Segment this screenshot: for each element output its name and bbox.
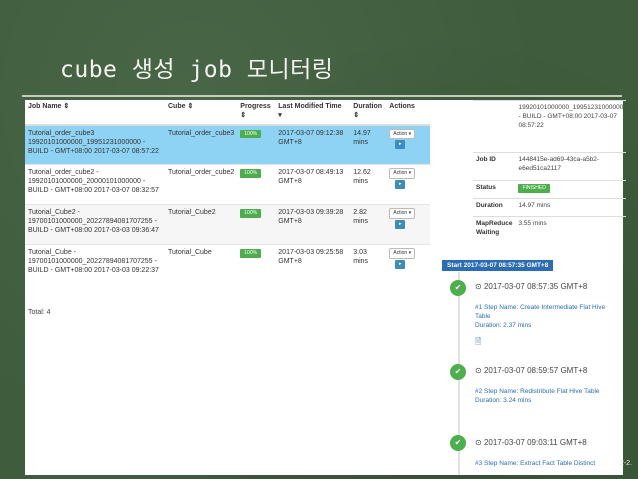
job-detail-button[interactable]: ▸: [395, 140, 406, 149]
total-count: Total: 4: [28, 309, 51, 316]
duration-cell: 2.82 mins: [350, 204, 387, 245]
table-row[interactable]: Tutorial_Cube - 19700101000000_202278940…: [25, 244, 430, 285]
step-time: 2017-03-07 08:59:57 GMT+8: [483, 366, 588, 375]
last-modified-cell: 2017-03-03 09:39:28 GMT+8: [275, 204, 351, 245]
col-progress[interactable]: Progress ⇕: [237, 100, 276, 126]
actions-cell: Action ▾▸: [386, 164, 430, 205]
last-modified-cell: 2017-03-07 09:12:38 GMT+8: [275, 124, 351, 165]
mapreduce-waiting-label: MapReduce Waiting: [473, 216, 516, 245]
clock-icon: ⊙: [475, 438, 482, 447]
actions-cell: Action ▾▸: [386, 204, 430, 245]
page-number: 2-2.: [619, 460, 632, 467]
col-actions: Actions: [386, 100, 430, 126]
progress-badge: 100%: [240, 209, 262, 218]
action-dropdown-button[interactable]: Action ▾: [389, 168, 416, 179]
progress-badge: 100%: [240, 249, 262, 258]
title-underline: [22, 95, 622, 97]
check-icon: ✔: [450, 435, 466, 451]
kylin-monitor-panel: Job Name ⇕ Cube ⇕ Progress ⇕ Last Modifie…: [25, 100, 627, 475]
cube-cell: Tutorial_Cube: [165, 244, 238, 285]
col-progress-label: Progress: [240, 103, 271, 110]
step-name-link[interactable]: #1 Step Name: Create Intermediate Flat H…: [475, 303, 620, 322]
check-icon: ✔: [450, 280, 466, 296]
progress-cell: 100%: [237, 204, 276, 245]
job-id-label: Job ID: [473, 152, 516, 181]
job-name-cell: Tutorial_Cube - 19700101000000_202278940…: [25, 244, 165, 285]
step-duration: Duration: 2.37 mins: [475, 322, 532, 330]
duration-cell: 14.97 mins: [350, 124, 387, 165]
details-row: MapReduce Waiting 3.55 mins: [473, 216, 627, 245]
col-cube[interactable]: Cube ⇕: [165, 100, 238, 126]
job-name-value: 19920101000000_19951231000000 - BUILD - …: [515, 100, 627, 153]
check-icon: ✔: [450, 364, 466, 380]
clock-icon: ⊙: [475, 366, 482, 375]
jobs-table: Job Name ⇕ Cube ⇕ Progress ⇕ Last Modifie…: [25, 100, 430, 285]
table-row[interactable]: Tutorial_order_cube2 - 19920101000000_20…: [25, 164, 430, 205]
clock-icon: ⊙: [475, 282, 482, 291]
table-row[interactable]: Tutorial_order_cube3 19920101000000_1995…: [25, 124, 430, 165]
slide-title: cube 생성 job 모니터링: [60, 57, 334, 83]
action-dropdown-button[interactable]: Action ▾: [389, 208, 416, 219]
job-detail-button[interactable]: ▸: [395, 219, 406, 229]
status-badge: FINISHED: [518, 184, 550, 193]
col-last-modified-label: Last Modified Time: [278, 103, 342, 110]
progress-badge: 100%: [240, 129, 262, 138]
details-row: Duration 14.97 mins: [473, 198, 627, 217]
sort-icon: ⇕: [353, 111, 360, 119]
mapreduce-waiting-value: 3.55 mins: [515, 216, 627, 245]
job-detail-button[interactable]: ▸: [395, 179, 406, 189]
last-modified-cell: 2017-03-03 09:25:58 GMT+8: [275, 244, 351, 285]
actions-cell: Action ▾▸: [386, 244, 430, 285]
job-id-value: 1448415e-ad69-43ca-a5b2-e6ed51ca2117: [515, 152, 627, 181]
timeline-step: ⊙ 2017-03-07 09:03:11 GMT+8 #3 Step Name…: [475, 437, 620, 468]
job-name-cell: Tutorial_order_cube3 19920101000000_1995…: [25, 124, 165, 165]
job-detail-button[interactable]: ▸: [395, 259, 406, 269]
sort-icon: ⇕: [240, 111, 247, 119]
action-dropdown-button[interactable]: Action ▾: [389, 128, 416, 139]
details-row: Job ID 1448415e-ad69-43ca-a5b2-e6ed51ca2…: [473, 152, 627, 181]
col-duration[interactable]: Duration ⇕: [350, 100, 387, 126]
duration-value: 14.97 mins: [515, 198, 627, 217]
progress-cell: 100%: [237, 244, 276, 285]
col-job-name[interactable]: Job Name ⇕: [25, 100, 165, 126]
job-details-table: 19920101000000_19951231000000 - BUILD - …: [473, 100, 627, 245]
action-dropdown-button[interactable]: Action ▾: [389, 248, 416, 259]
cube-cell: Tutorial_Cube2: [165, 204, 238, 245]
progress-cell: 100%: [237, 124, 276, 165]
status-label: Status: [473, 180, 516, 199]
sort-desc-icon: ▾: [278, 111, 282, 119]
step-duration: Duration: 3.24 mins: [475, 397, 532, 405]
cube-cell: Tutorial_order_cube3: [165, 124, 238, 165]
step-name-link[interactable]: #2 Step Name: Redistribute Flat Hive Tab…: [475, 387, 620, 396]
duration-cell: 3.03 mins: [350, 244, 387, 285]
progress-cell: 100%: [237, 164, 276, 205]
job-name-cell: Tutorial_Cube2 - 19700101000000_20227894…: [25, 204, 165, 245]
step-time: 2017-03-07 08:57:35 GMT+8: [483, 282, 588, 291]
log-document-icon[interactable]: 🗎: [475, 336, 481, 348]
col-duration-label: Duration: [353, 103, 383, 110]
step-time: 2017-03-07 09:03:11 GMT+8: [483, 438, 587, 447]
cube-cell: Tutorial_order_cube2: [165, 164, 238, 205]
actions-cell: Action ▾▸: [386, 124, 430, 165]
timeline-step: ⊙ 2017-03-07 08:57:35 GMT+8 #1 Step Name…: [475, 281, 620, 347]
details-row: Status FINISHED: [473, 180, 627, 199]
details-row: 19920101000000_19951231000000 - BUILD - …: [473, 100, 627, 153]
table-row[interactable]: Tutorial_Cube2 - 19700101000000_20227894…: [25, 204, 430, 245]
timeline-start-badge: Start 2017-03-07 08:57:35 GMT+8: [442, 260, 554, 271]
progress-badge: 100%: [240, 169, 262, 178]
job-name-cell: Tutorial_order_cube2 - 19920101000000_20…: [25, 164, 165, 205]
duration-label: Duration: [473, 198, 516, 217]
timeline-step: ⊙ 2017-03-07 08:59:57 GMT+8 #2 Step Name…: [475, 365, 620, 405]
duration-cell: 12.62 mins: [350, 164, 387, 205]
col-last-modified[interactable]: Last Modified Time ▾: [275, 100, 351, 126]
step-name-link[interactable]: #3 Step Name: Extract Fact Table Distinc…: [475, 459, 620, 468]
jobs-table-header: Job Name ⇕ Cube ⇕ Progress ⇕ Last Modifie…: [25, 100, 430, 126]
last-modified-cell: 2017-03-07 08:49:13 GMT+8: [275, 164, 351, 205]
